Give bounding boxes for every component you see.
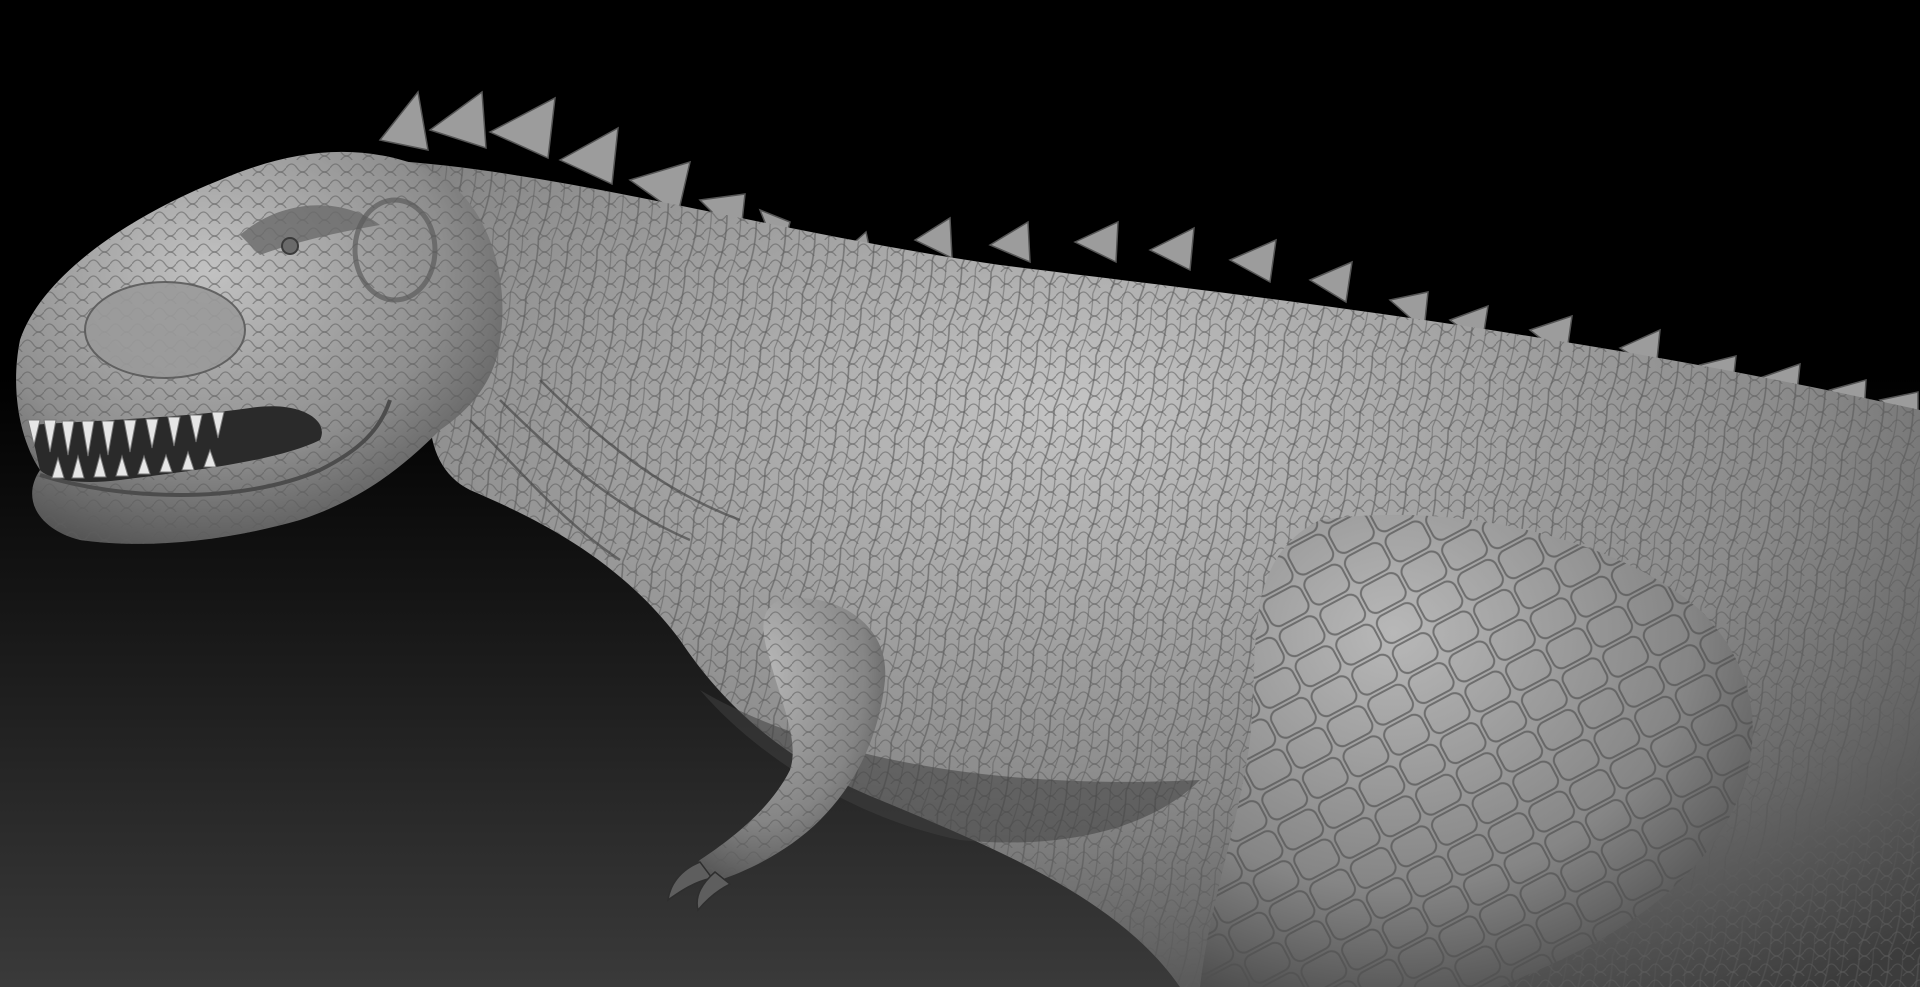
eye (281, 237, 299, 255)
cheek-plate (84, 281, 246, 379)
sculpt-viewport[interactable] (0, 0, 1920, 987)
sculpt-render (0, 0, 1920, 987)
